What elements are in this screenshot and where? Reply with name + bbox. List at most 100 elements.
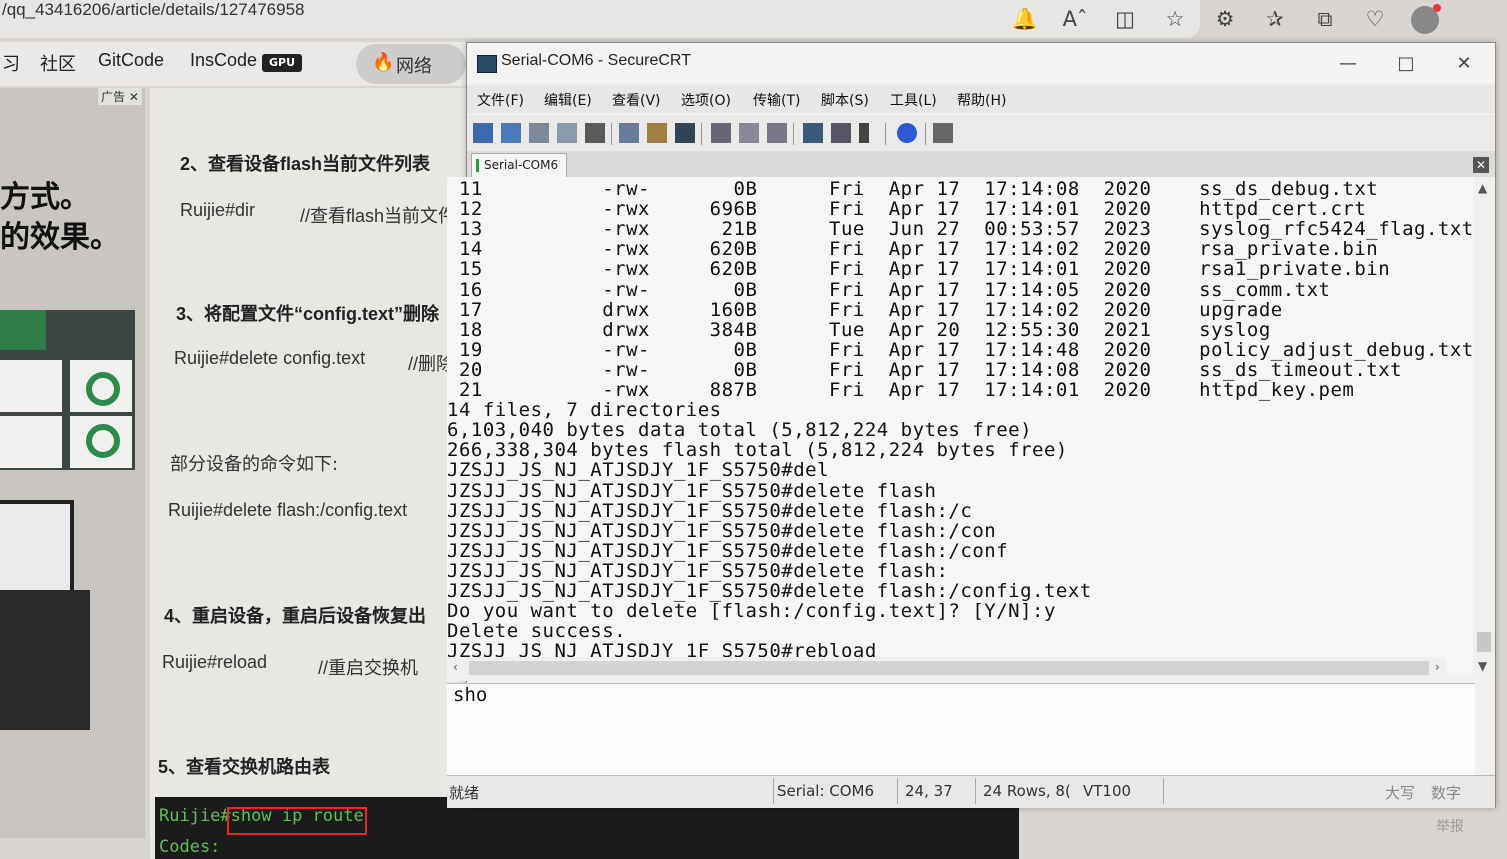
- connect-tab-icon[interactable]: [529, 123, 549, 143]
- nav-item-inscode[interactable]: InsCode: [190, 50, 257, 71]
- nav-item-community[interactable]: 社区: [40, 50, 76, 76]
- window-title: Serial-COM6 - SecureCRT: [501, 52, 691, 69]
- ad-chart-tile: [0, 416, 62, 468]
- menu-edit[interactable]: 编辑(E): [544, 90, 592, 110]
- toolbar: [467, 115, 1495, 151]
- article-paragraph: 部分设备的命令如下:: [170, 454, 339, 475]
- read-aloud-icon[interactable]: Aˆ: [1050, 4, 1100, 34]
- menu-view[interactable]: 查看(V): [612, 90, 661, 110]
- health-icon[interactable]: ♡: [1350, 4, 1400, 34]
- menu-script[interactable]: 脚本(S): [821, 90, 869, 110]
- terminal-line: JZSJJ_JS_NJ_ATJSDJY_1F_S5750#delete flas…: [447, 479, 937, 502]
- terminal-line: 17 drwx 160B Fri Apr 17 17:14:02 2020 up…: [447, 298, 1283, 321]
- terminal-line: Delete success.: [447, 620, 627, 643]
- vertical-scrollbar[interactable]: ▲ ▼: [1473, 177, 1495, 677]
- ad-laptop-image: [0, 500, 74, 598]
- menu-help[interactable]: 帮助(H): [957, 90, 1006, 110]
- terminal-line: JZSJJ_JS_NJ_ATJSDJY_1F_S5750#delete flas…: [447, 499, 973, 522]
- tab-serial-com6[interactable]: Serial-COM6: [471, 153, 567, 177]
- status-ready: 就绪: [449, 784, 480, 802]
- scroll-left-icon[interactable]: ‹: [453, 660, 458, 674]
- article-command: Ruijie#reload: [162, 652, 268, 672]
- global-options-icon[interactable]: [739, 123, 759, 143]
- toolbar-separator: [611, 123, 612, 145]
- article-command: Ruijie#delete config.text: [174, 348, 366, 368]
- extensions-icon[interactable]: ⚙: [1200, 4, 1250, 34]
- terminal-line: JZSJJ_JS_NJ_ATJSDJY_1F_S5750#delete flas…: [447, 580, 1092, 602]
- securecrt-window: Serial-COM6 - SecureCRT — □ ✕ 文件(F) 编辑(E…: [447, 42, 1496, 808]
- status-separator: [975, 778, 976, 804]
- network-button[interactable]: 🔥 网络: [356, 44, 466, 84]
- scroll-thumb[interactable]: [469, 661, 1429, 675]
- tools-icon[interactable]: [831, 123, 851, 143]
- status-size: 24 Rows, 8(: [983, 782, 1071, 800]
- paste-icon[interactable]: [647, 123, 667, 143]
- article-heading: 4、重启设备，重启后设备恢复出: [164, 606, 427, 626]
- article-comment: //重启交换机: [318, 658, 419, 678]
- close-tab-icon[interactable]: ✕: [1473, 157, 1489, 173]
- collections-icon[interactable]: ⧉: [1300, 4, 1350, 34]
- gpu-badge: GPU: [262, 54, 302, 72]
- browser-toolbar: 🔔 Aˆ ◫ ☆ ⚙ ✰ ⧉ ♡: [1000, 3, 1450, 34]
- toolbar-separator: [885, 123, 886, 145]
- article-heading: 5、查看交换机路由表: [158, 757, 331, 777]
- close-button[interactable]: ✕: [1449, 53, 1479, 74]
- avatar[interactable]: [1411, 3, 1441, 34]
- command-input[interactable]: sho: [453, 684, 487, 706]
- scroll-down-icon[interactable]: ▼: [1478, 659, 1487, 673]
- status-serial: Serial: COM6: [777, 782, 875, 800]
- scroll-right-icon[interactable]: ›: [1435, 660, 1440, 674]
- keymap-icon[interactable]: [859, 123, 869, 143]
- menu-file[interactable]: 文件(F): [477, 90, 524, 110]
- screen-icon[interactable]: [933, 123, 953, 143]
- horizontal-scrollbar[interactable]: ‹ ›: [447, 657, 1447, 681]
- ad-laptop-image: [0, 590, 90, 730]
- minimize-button[interactable]: —: [1333, 53, 1363, 74]
- terminal-line: JZSJJ_JS_NJ_ATJSDJY_1F_S5750#delete flas…: [447, 519, 997, 542]
- status-caps: 大写: [1385, 784, 1416, 802]
- menu-transfer[interactable]: 传输(T): [753, 90, 800, 110]
- terminal-line: 19 -rw- 0B Fri Apr 17 17:14:48 2020 poli…: [447, 338, 1473, 361]
- sftp-icon[interactable]: [803, 123, 823, 143]
- copy-icon[interactable]: [619, 123, 639, 143]
- quick-connect-icon[interactable]: [501, 123, 521, 143]
- ad-headline: 方式。 的效果。: [0, 180, 120, 255]
- profile-icon[interactable]: [1400, 3, 1450, 34]
- close-icon[interactable]: ✕: [129, 90, 139, 104]
- print-icon[interactable]: [767, 123, 787, 143]
- terminal-output[interactable]: 11 -rw- 0B Fri Apr 17 17:14:08 2020 ss_d…: [447, 177, 1473, 675]
- terminal-line: 12 -rwx 696B Fri Apr 17 17:14:01 2020 ht…: [447, 198, 1367, 221]
- connect-icon[interactable]: [473, 123, 493, 143]
- nav-item-learn[interactable]: 习: [2, 50, 20, 76]
- find-icon[interactable]: [675, 123, 695, 143]
- terminal-line: 13 -rwx 21B Tue Jun 27 00:53:57 2023 sys…: [447, 218, 1473, 241]
- bell-icon[interactable]: 🔔: [1000, 4, 1050, 34]
- menu-tools[interactable]: 工具(L): [890, 90, 937, 110]
- scroll-thumb[interactable]: [1477, 632, 1491, 652]
- url-text[interactable]: /qq_43416206/article/details/127476958: [2, 0, 304, 20]
- status-separator: [897, 778, 898, 804]
- reconnect-icon[interactable]: [557, 123, 577, 143]
- report-link[interactable]: 举报: [1436, 816, 1464, 836]
- title-bar[interactable]: Serial-COM6 - SecureCRT — □ ✕: [467, 43, 1495, 83]
- star-icon[interactable]: ☆: [1150, 4, 1200, 34]
- command-window[interactable]: sho: [447, 683, 1475, 776]
- scroll-up-icon[interactable]: ▲: [1478, 181, 1487, 195]
- ad-chart-tile: [0, 360, 62, 412]
- ad-tag: 广告 ✕: [98, 88, 142, 105]
- highlight-box: [227, 807, 367, 835]
- nav-item-gitcode[interactable]: GitCode: [98, 50, 164, 71]
- maximize-button[interactable]: □: [1391, 53, 1421, 74]
- terminal-line: 266,338,304 bytes flash total (5,812,224…: [447, 439, 1068, 462]
- terminal-line: 16 -rw- 0B Fri Apr 17 17:14:05 2020 ss_c…: [447, 278, 1331, 301]
- terminal-line: 14 -rwx 620B Fri Apr 17 17:14:02 2020 rs…: [447, 238, 1379, 261]
- terminal-line: 20 -rw- 0B Fri Apr 17 17:14:08 2020 ss_d…: [447, 358, 1403, 381]
- menu-options[interactable]: 选项(O): [681, 90, 731, 110]
- help-icon[interactable]: [897, 123, 917, 143]
- status-cursor: 24, 37: [905, 782, 953, 800]
- disconnect-icon[interactable]: [585, 123, 605, 143]
- favorites-icon[interactable]: ✰: [1250, 4, 1300, 34]
- securecrt-app-icon: [477, 55, 497, 73]
- session-options-icon[interactable]: [711, 123, 731, 143]
- split-screen-icon[interactable]: ◫: [1100, 4, 1150, 34]
